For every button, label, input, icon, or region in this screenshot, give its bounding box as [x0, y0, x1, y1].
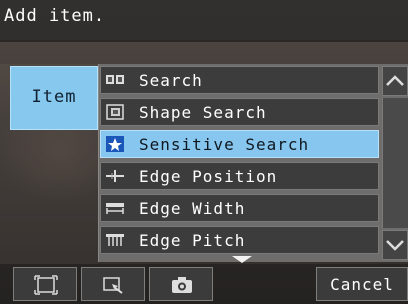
list-item-shape-search[interactable]: Shape Search — [100, 98, 379, 126]
list-item-label: Edge Position — [139, 167, 278, 186]
list-item-label: Edge Pitch — [139, 231, 246, 250]
more-items-indicator-icon — [232, 256, 252, 263]
list-item-label: Search — [139, 71, 203, 90]
list-item-sensitive-search[interactable]: Sensitive Search — [100, 130, 379, 158]
edge-position-icon — [106, 168, 124, 184]
scroll-up-button[interactable] — [382, 66, 408, 96]
cancel-button-label: Cancel — [330, 275, 394, 294]
search-pattern-icon — [106, 72, 124, 88]
chevron-down-icon — [386, 240, 404, 251]
scroll-down-button[interactable] — [382, 230, 408, 260]
list-item-edge-pitch[interactable]: Edge Pitch — [100, 226, 379, 254]
tab-item[interactable]: Item — [10, 66, 98, 130]
edge-width-icon — [106, 200, 124, 216]
list-item-edge-width[interactable]: Edge Width — [100, 194, 379, 222]
camera-icon — [172, 277, 192, 293]
scrollbar-track[interactable] — [382, 98, 408, 228]
camera-button[interactable] — [149, 267, 213, 301]
list-item-label: Shape Search — [139, 103, 267, 122]
title-bar: Add item. — [0, 0, 408, 42]
tab-item-label: Item — [31, 87, 77, 107]
fit-frame-button[interactable] — [13, 267, 77, 301]
list-item-label: Sensitive Search — [139, 135, 310, 154]
list-item-edge-position[interactable]: Edge Position — [100, 162, 379, 190]
cancel-button[interactable]: Cancel — [316, 267, 408, 301]
background-strip — [0, 40, 408, 64]
chevron-up-icon — [386, 75, 404, 86]
edge-pitch-icon — [106, 232, 124, 248]
zoom-region-button[interactable] — [81, 267, 145, 301]
sensitive-search-icon — [106, 136, 124, 152]
dialog-title: Add item. — [4, 6, 106, 26]
list-item-search[interactable]: Search — [100, 66, 379, 94]
shape-search-icon — [106, 104, 124, 120]
fit-frame-icon — [34, 275, 58, 295]
list-item-label: Edge Width — [139, 199, 246, 218]
zoom-region-icon — [103, 277, 123, 294]
